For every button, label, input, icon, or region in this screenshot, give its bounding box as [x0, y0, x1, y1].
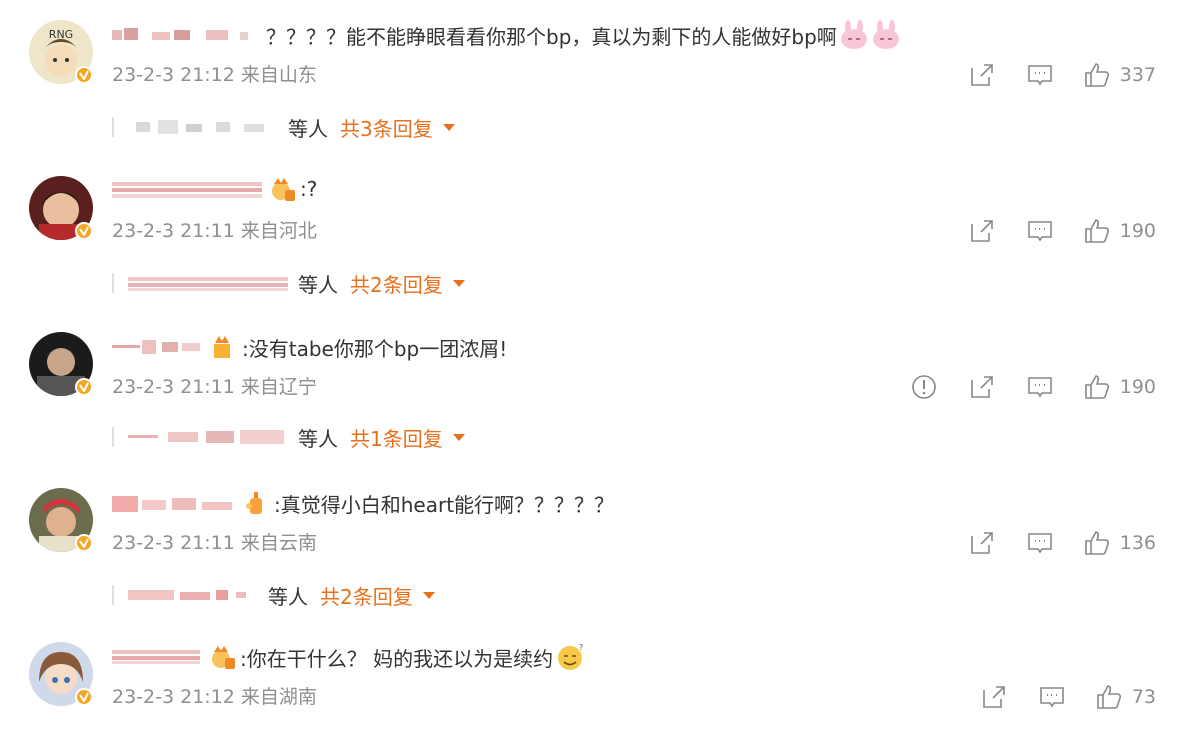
- comment-meta: 23-2-3 21:12 来自湖南: [112, 684, 317, 710]
- comment-text: ？？？？能不能睁眼看看你那个bp，真以为剩下的人能做好bp啊: [266, 24, 837, 49]
- like-count: 337: [1119, 64, 1156, 86]
- comment-actions: 190: [880, 372, 1156, 402]
- fan-crown-icon: [272, 178, 295, 201]
- like-count: 73: [1131, 686, 1156, 708]
- caret-down-icon[interactable]: [422, 591, 435, 599]
- svg-text:?: ?: [579, 643, 583, 652]
- reply-count-link[interactable]: 共2条回复: [320, 581, 413, 610]
- comment-text-line: :真觉得小白和heart能行啊？？？？？: [112, 488, 614, 518]
- share-icon[interactable]: [968, 217, 996, 245]
- reply-summary[interactable]: 等人 共2条回复: [112, 580, 435, 610]
- comment-text-line: :你在干什么？ 妈的我还以为是续约 ?: [112, 642, 585, 672]
- reply-divider: [112, 427, 114, 447]
- share-icon[interactable]: [980, 683, 1008, 711]
- comment-location: 来自云南: [240, 532, 317, 554]
- like-count: 190: [1119, 220, 1156, 242]
- comment-meta: 23-2-3 21:11 来自辽宁: [112, 374, 317, 400]
- like-button[interactable]: 190: [1084, 218, 1156, 244]
- comment-text-line: :?: [112, 174, 317, 204]
- comment-location: 来自河北: [240, 220, 317, 242]
- verified-badge-icon: [75, 66, 93, 84]
- share-icon[interactable]: [968, 529, 996, 557]
- comment-time: 23-2-3 21:11: [112, 532, 235, 554]
- caret-down-icon[interactable]: [442, 123, 455, 131]
- comment-icon[interactable]: [1026, 529, 1054, 557]
- sweat-smile-emoji-icon: ?: [558, 643, 583, 670]
- bunny-emoji-icon: [840, 20, 867, 49]
- bunny-emoji-icon: [872, 20, 899, 49]
- like-button[interactable]: 136: [1084, 530, 1156, 556]
- reply-usernames-blurred: [128, 430, 284, 444]
- like-icon: [1084, 219, 1109, 243]
- comment-icon[interactable]: [1038, 683, 1066, 711]
- comment-meta: 23-2-3 21:12 来自山东: [112, 62, 317, 88]
- comment-text-line: ？？？？能不能睁眼看看你那个bp，真以为剩下的人能做好bp啊: [112, 20, 901, 50]
- like-button[interactable]: 190: [1084, 374, 1156, 400]
- reply-usernames-blurred: [128, 277, 288, 291]
- reply-etc-label: 等人: [298, 272, 338, 297]
- comment-location: 来自山东: [240, 64, 317, 86]
- comment-time: 23-2-3 21:11: [112, 376, 235, 398]
- comment-location: 来自湖南: [240, 686, 317, 708]
- comment-time: 23-2-3 21:12: [112, 64, 235, 86]
- comment-meta: 23-2-3 21:11 来自河北: [112, 218, 317, 244]
- comment-text: :没有tabe你那个bp一团浓屑!: [242, 336, 508, 361]
- comment-actions: 136: [938, 528, 1156, 558]
- reply-count-link[interactable]: 共3条回复: [340, 113, 433, 142]
- fan-crown-icon: [246, 492, 262, 514]
- like-icon: [1084, 375, 1109, 399]
- like-count: 190: [1119, 376, 1156, 398]
- verified-badge-icon: [75, 378, 93, 396]
- like-button[interactable]: 337: [1084, 62, 1156, 88]
- comment-icon[interactable]: [1026, 373, 1054, 401]
- comment-time: 23-2-3 21:12: [112, 686, 235, 708]
- username-blurred[interactable]: [112, 26, 262, 44]
- reply-etc-label: 等人: [298, 426, 338, 451]
- username-blurred[interactable]: [112, 338, 204, 356]
- reply-divider: [112, 585, 114, 605]
- share-icon[interactable]: [968, 373, 996, 401]
- verified-badge-icon: [75, 222, 93, 240]
- username-blurred[interactable]: [112, 494, 236, 512]
- reply-etc-label: 等人: [288, 116, 328, 141]
- username-blurred[interactable]: [112, 648, 202, 666]
- like-icon: [1097, 685, 1121, 709]
- reply-usernames-blurred: [136, 120, 264, 134]
- reply-divider: [112, 117, 114, 137]
- comment-location: 来自辽宁: [240, 376, 317, 398]
- reply-count-link[interactable]: 共1条回复: [350, 423, 443, 452]
- comment-icon[interactable]: [1026, 61, 1054, 89]
- report-icon[interactable]: [910, 373, 938, 401]
- avatar-text: RNG: [49, 28, 73, 41]
- fan-crown-icon: [214, 336, 230, 358]
- reply-summary[interactable]: 等人 共2条回复: [112, 268, 465, 298]
- reply-summary[interactable]: 等人 共1条回复: [112, 422, 465, 452]
- like-icon: [1084, 531, 1109, 555]
- comment-icon[interactable]: [1026, 217, 1054, 245]
- comment-text: :你在干什么？ 妈的我还以为是续约: [240, 646, 554, 671]
- like-button[interactable]: 73: [1096, 684, 1156, 710]
- reply-summary[interactable]: 等人 共3条回复: [112, 112, 455, 142]
- reply-count-link[interactable]: 共2条回复: [350, 269, 443, 298]
- caret-down-icon[interactable]: [452, 433, 465, 441]
- like-count: 136: [1119, 532, 1156, 554]
- comment-actions: 73: [950, 682, 1156, 712]
- comment-actions: 337: [938, 60, 1156, 90]
- comment-text-line: :没有tabe你那个bp一团浓屑!: [112, 332, 507, 362]
- verified-badge-icon: [75, 688, 93, 706]
- caret-down-icon[interactable]: [452, 279, 465, 287]
- verified-badge-icon: [75, 534, 93, 552]
- comment-actions: 190: [938, 216, 1156, 246]
- comment-text: :真觉得小白和heart能行啊？？？？？: [274, 492, 615, 517]
- like-icon: [1084, 63, 1109, 87]
- username-blurred[interactable]: [112, 180, 262, 198]
- comment-time: 23-2-3 21:11: [112, 220, 235, 242]
- reply-etc-label: 等人: [268, 584, 308, 609]
- fan-crown-icon: [212, 646, 235, 669]
- comment-text: :?: [300, 177, 318, 201]
- comment-meta: 23-2-3 21:11 来自云南: [112, 530, 317, 556]
- share-icon[interactable]: [968, 61, 996, 89]
- reply-divider: [112, 273, 114, 293]
- reply-usernames-blurred: [128, 590, 246, 600]
